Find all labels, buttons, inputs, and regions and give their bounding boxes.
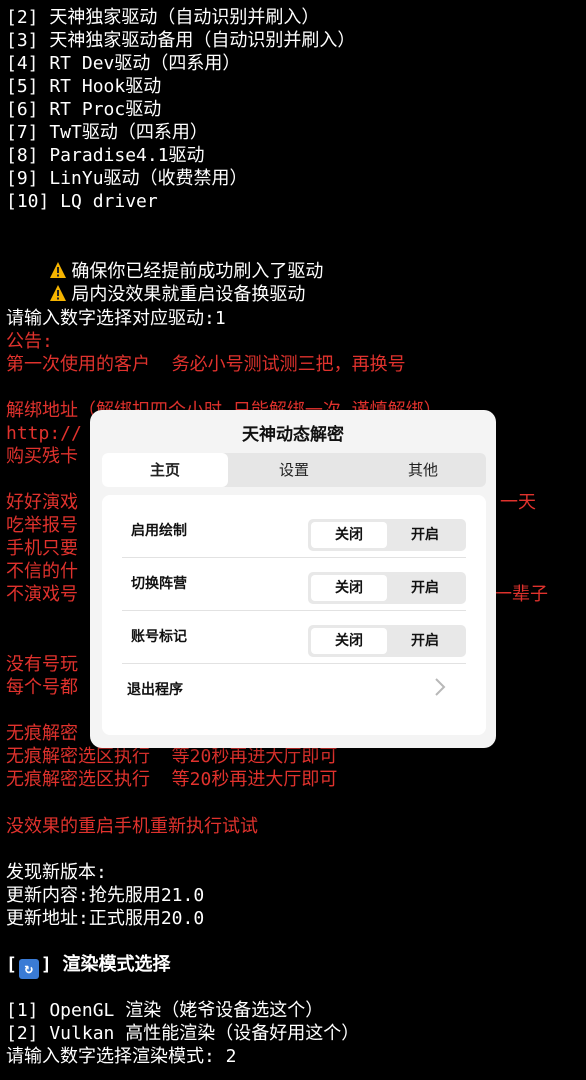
notice-line-4: 不信的什 xyxy=(6,561,78,582)
driver-option-9: [9] LinYu驱动（收费禁用） xyxy=(6,168,248,189)
notice-line-5-tail: 一辈子 xyxy=(494,584,548,605)
toggle-row-draw: 启用绘制 关闭 开启 xyxy=(122,505,466,558)
mark-toggle: 关闭 开启 xyxy=(308,625,466,657)
toggle-label-draw: 启用绘制 xyxy=(131,523,187,539)
trace-line-3: 无痕解密选区执行 等20秒再进大厅即可 xyxy=(6,769,338,790)
no-account-line-1: 没有号玩 xyxy=(6,654,78,675)
exit-program-label: 退出程序 xyxy=(127,682,183,698)
toggle-row-mark: 账号标记 关闭 开启 xyxy=(122,611,466,664)
render-header-text: 渲染模式选择 xyxy=(62,954,171,975)
driver-option-3: [3] 天神独家驱动备用（自动识别并刷入） xyxy=(6,30,356,51)
warning-line-1: 确保你已经提前成功刷入了驱动 xyxy=(6,237,323,282)
draw-on-button[interactable]: 开启 xyxy=(387,522,463,548)
draw-off-button[interactable]: 关闭 xyxy=(311,522,387,548)
notice-line-1-tail: 一天 xyxy=(500,492,536,513)
new-version-line: 发现新版本: xyxy=(6,862,107,883)
warning-icon xyxy=(50,285,67,301)
announcement-title: 公告: xyxy=(6,331,53,352)
no-account-line-2: 每个号都 xyxy=(6,677,78,698)
toggle-label-camp: 切换阵营 xyxy=(131,576,187,592)
exit-program-row[interactable]: 退出程序 xyxy=(122,665,466,709)
draw-toggle: 关闭 开启 xyxy=(308,519,466,551)
driver-option-8: [8] Paradise4.1驱动 xyxy=(6,145,205,166)
toggle-row-camp: 切换阵营 关闭 开启 xyxy=(122,558,466,611)
render-option-1: [1] OpenGL 渲染（姥爷设备选这个） xyxy=(6,1000,324,1021)
notice-line-2: 吃举报号 xyxy=(6,515,78,536)
render-option-2: [2] Vulkan 高性能渲染（设备好用这个） xyxy=(6,1023,360,1044)
camp-toggle: 关闭 开启 xyxy=(308,572,466,604)
driver-option-10: [10] LQ driver xyxy=(6,191,158,212)
url-line: http:// xyxy=(6,423,82,444)
restart-line: 没效果的重启手机重新执行试试 xyxy=(6,816,258,837)
update-content-line: 更新内容:抢先服用21.0 xyxy=(6,885,205,906)
decrypt-dialog: 天神动态解密 主页 设置 其他 启用绘制 关闭 开启 切换阵营 关闭 开启 账号… xyxy=(90,410,496,748)
notice-line-1: 好好演戏 xyxy=(6,492,78,513)
driver-option-6: [6] RT Proc驱动 xyxy=(6,99,162,120)
warning-text-2: 局内没效果就重启设备换驱动 xyxy=(71,284,306,305)
warning-line-2: 局内没效果就重启设备换驱动 xyxy=(6,260,305,305)
render-header: [↻] 渲染模式选择 xyxy=(6,954,171,979)
trace-line-1: 无痕解密 xyxy=(6,723,78,744)
camp-on-button[interactable]: 开启 xyxy=(387,575,463,601)
driver-option-2: [2] 天神独家驱动（自动识别并刷入） xyxy=(6,7,320,28)
dialog-title: 天神动态解密 xyxy=(242,425,344,445)
announcement-line-1: 第一次使用的客户 务必小号测试测三把，再换号 xyxy=(6,354,406,375)
buy-line: 购买残卡 xyxy=(6,446,78,467)
update-address-line: 更新地址:正式服用20.0 xyxy=(6,908,205,929)
mark-off-button[interactable]: 关闭 xyxy=(311,628,387,654)
mark-on-button[interactable]: 开启 xyxy=(387,628,463,654)
tab-settings[interactable]: 设置 xyxy=(231,453,357,487)
toggle-label-mark: 账号标记 xyxy=(131,629,187,645)
tab-bar: 主页 设置 其他 xyxy=(102,453,486,487)
tab-home[interactable]: 主页 xyxy=(102,453,228,487)
refresh-icon: ↻ xyxy=(18,959,39,979)
driver-option-4: [4] RT Dev驱动（四系用） xyxy=(6,53,241,74)
camp-off-button[interactable]: 关闭 xyxy=(311,575,387,601)
notice-line-5: 不演戏号 xyxy=(6,584,78,605)
home-panel: 启用绘制 关闭 开启 切换阵营 关闭 开启 账号标记 关闭 开启 退出程序 xyxy=(102,495,486,735)
driver-option-5: [5] RT Hook驱动 xyxy=(6,76,162,97)
trace-line-2: 无痕解密选区执行 等20秒再进大厅即可 xyxy=(6,746,338,767)
notice-line-3: 手机只要 xyxy=(6,538,78,559)
chevron-right-icon xyxy=(435,678,446,696)
render-prompt: 请输入数字选择渲染模式: 2 xyxy=(6,1046,237,1067)
driver-option-7: [7] TwT驱动（四系用） xyxy=(6,122,208,143)
tab-other[interactable]: 其他 xyxy=(360,453,486,487)
driver-prompt: 请输入数字选择对应驱动:1 xyxy=(6,308,226,329)
